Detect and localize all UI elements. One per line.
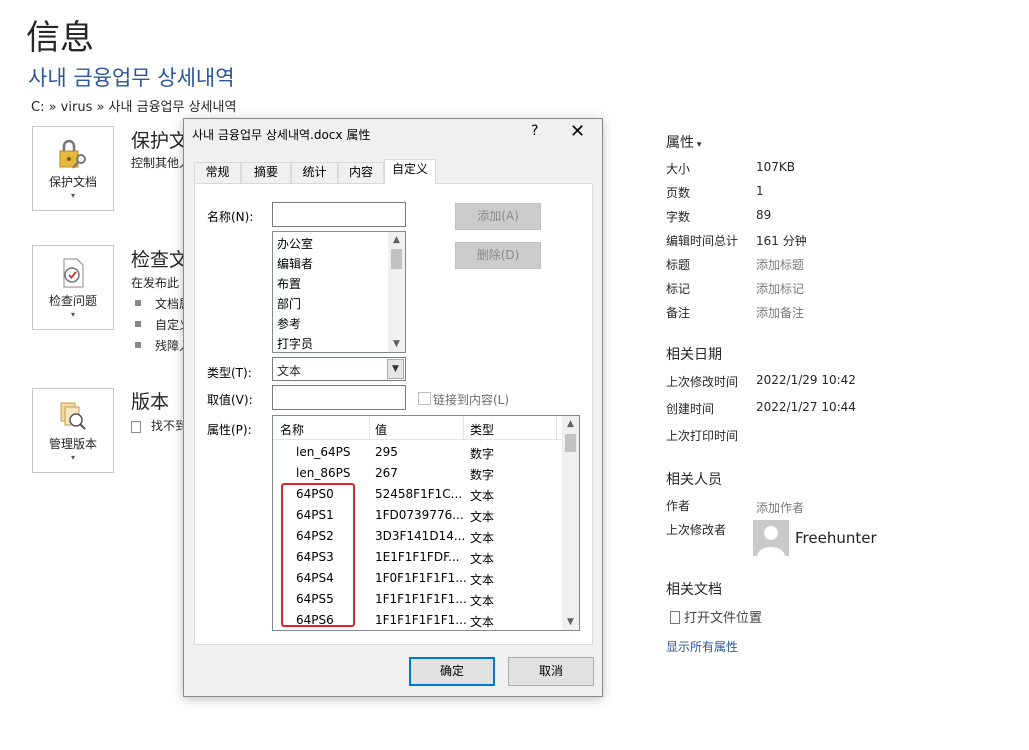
list-item[interactable]: 打字员 [277, 335, 313, 352]
type-select[interactable]: 文本 ▼ [272, 357, 406, 381]
column-divider[interactable] [556, 416, 557, 440]
list-item[interactable]: 参考 [277, 315, 301, 332]
document-path[interactable]: C: » virus » 사내 금융업무 상세내역 [31, 96, 236, 115]
inspect-text: 在发布此 [131, 276, 180, 290]
ok-button[interactable]: 确定 [409, 657, 495, 686]
prop-row: 页数 1 [666, 184, 764, 200]
versions-heading: 版本 [131, 391, 170, 413]
chevron-down-icon: ▾ [70, 453, 75, 462]
type-value: 文本 [277, 364, 302, 378]
prop-row: 编辑时间总计 161 分钟 [666, 234, 807, 248]
highlight-annotation [281, 483, 355, 627]
versions-icon [60, 402, 86, 430]
delete-button[interactable]: 删除(D) [455, 242, 541, 269]
related-dates-heading: 相关日期 [666, 347, 722, 363]
name-list[interactable]: 办公室 编辑者 布置 部门 参考 打字员 ▲ ▼ [272, 231, 406, 353]
prop-row-comments[interactable]: 备注 添加备注 [666, 304, 1006, 322]
manage-versions-label: 管理版本 [48, 437, 97, 451]
type-label: 类型(T): [207, 366, 252, 380]
properties-label: 属性(P): [207, 423, 252, 437]
author-row[interactable]: 作者 添加作者 [666, 497, 1006, 515]
scroll-down-icon[interactable]: ▼ [388, 336, 405, 352]
column-divider[interactable] [463, 416, 464, 440]
column-header-type[interactable]: 类型 [470, 421, 494, 438]
last-modified-by-name[interactable]: Freehunter [795, 529, 877, 547]
table-row[interactable]: len_86PS 267 数字 [273, 463, 563, 484]
manage-versions-button[interactable]: 管理版本 ▾ [32, 388, 114, 473]
list-item[interactable]: 办公室 [277, 235, 313, 252]
prop-row-tags[interactable]: 标记 添加标记 [666, 280, 1006, 298]
add-button[interactable]: 添加(A) [455, 203, 541, 230]
link-to-content-checkbox[interactable] [418, 392, 431, 405]
column-divider[interactable] [369, 416, 370, 440]
date-row: 创建时间 2022/1/27 10:44 [666, 400, 856, 416]
value-label: 取值(V): [207, 393, 253, 407]
name-list-scrollbar[interactable]: ▲ ▼ [388, 232, 405, 352]
custom-tab-panel: 名称(N): 添加(A) 删除(D) 办公室 编辑者 布置 部门 参考 打字员 … [194, 183, 593, 645]
scroll-down-icon[interactable]: ▼ [562, 614, 579, 630]
avatar[interactable] [753, 520, 789, 556]
properties-table-scrollbar[interactable]: ▲ ▼ [562, 416, 579, 630]
protect-document-button[interactable]: 保护文档 ▾ [32, 126, 114, 211]
inspect-heading: 检查文 [131, 249, 189, 271]
protect-heading: 保护文 [131, 130, 189, 152]
scroll-up-icon[interactable]: ▲ [562, 416, 579, 432]
prop-row-title[interactable]: 标题 添加标题 [666, 256, 1006, 274]
protect-document-label: 保护文档 [48, 175, 97, 189]
chevron-down-icon: ▾ [70, 310, 75, 319]
dialog-title: 사내 금융업무 상세내역.docx 属性 [192, 128, 371, 142]
cancel-button[interactable]: 取消 [508, 657, 594, 686]
versions-text: 找不到 [131, 417, 187, 434]
person-icon [757, 526, 785, 556]
scroll-thumb[interactable] [391, 249, 402, 269]
prop-row: 大小 107KB [666, 160, 796, 176]
document-icon [670, 611, 680, 624]
prop-row: 字数 89 [666, 208, 772, 224]
properties-dialog: 사내 금융업무 상세내역.docx 属性 ? ✕ 常规 摘要 统计 内容 自定义… [183, 118, 603, 697]
list-item[interactable]: 布置 [277, 275, 301, 292]
lock-key-icon [59, 139, 86, 169]
scroll-up-icon[interactable]: ▲ [388, 232, 405, 248]
value-input[interactable] [272, 385, 406, 410]
related-people-heading: 相关人员 [666, 472, 722, 488]
tab-general[interactable]: 常规 [194, 162, 241, 183]
tab-custom[interactable]: 自定义 [384, 159, 436, 184]
chevron-down-icon: ▾ [694, 140, 702, 150]
open-file-location-link[interactable]: 打开文件位置 [670, 607, 762, 626]
check-issues-button[interactable]: 检查问题 ▾ [32, 245, 114, 330]
tab-summary[interactable]: 摘要 [241, 162, 291, 183]
page-title: 信息 [26, 18, 94, 58]
scroll-thumb[interactable] [565, 434, 576, 452]
protect-text: 控制其他人 [131, 156, 192, 170]
document-title: 사내 금융업무 상세내역 [28, 66, 235, 90]
show-all-properties-link[interactable]: 显示所有属性 [666, 638, 738, 655]
table-header: 名称 值 类型 [273, 416, 563, 440]
column-header-name[interactable]: 名称 [280, 421, 304, 438]
document-check-icon [63, 258, 84, 288]
name-input[interactable] [272, 202, 406, 227]
help-button[interactable]: ? [531, 123, 538, 139]
related-docs-heading: 相关文档 [666, 582, 722, 598]
tab-contents[interactable]: 内容 [338, 162, 384, 183]
date-row: 上次打印时间 [666, 429, 739, 443]
chevron-down-icon: ▾ [70, 191, 75, 200]
check-issues-label: 检查问题 [48, 294, 97, 308]
close-icon[interactable]: ✕ [570, 121, 585, 142]
chevron-down-icon[interactable]: ▼ [387, 359, 404, 379]
document-icon [131, 420, 141, 433]
properties-heading[interactable]: 属性 ▾ [666, 132, 701, 152]
date-row: 上次修改时间 2022/1/29 10:42 [666, 373, 856, 389]
list-item[interactable]: 编辑者 [277, 255, 313, 272]
list-item[interactable]: 部门 [277, 295, 301, 312]
name-label: 名称(N): [207, 210, 254, 224]
table-row[interactable]: len_64PS 295 数字 [273, 442, 563, 463]
link-to-content-label: 链接到内容(L) [433, 393, 510, 407]
column-header-value[interactable]: 值 [375, 421, 387, 438]
tab-statistics[interactable]: 统计 [291, 162, 338, 183]
